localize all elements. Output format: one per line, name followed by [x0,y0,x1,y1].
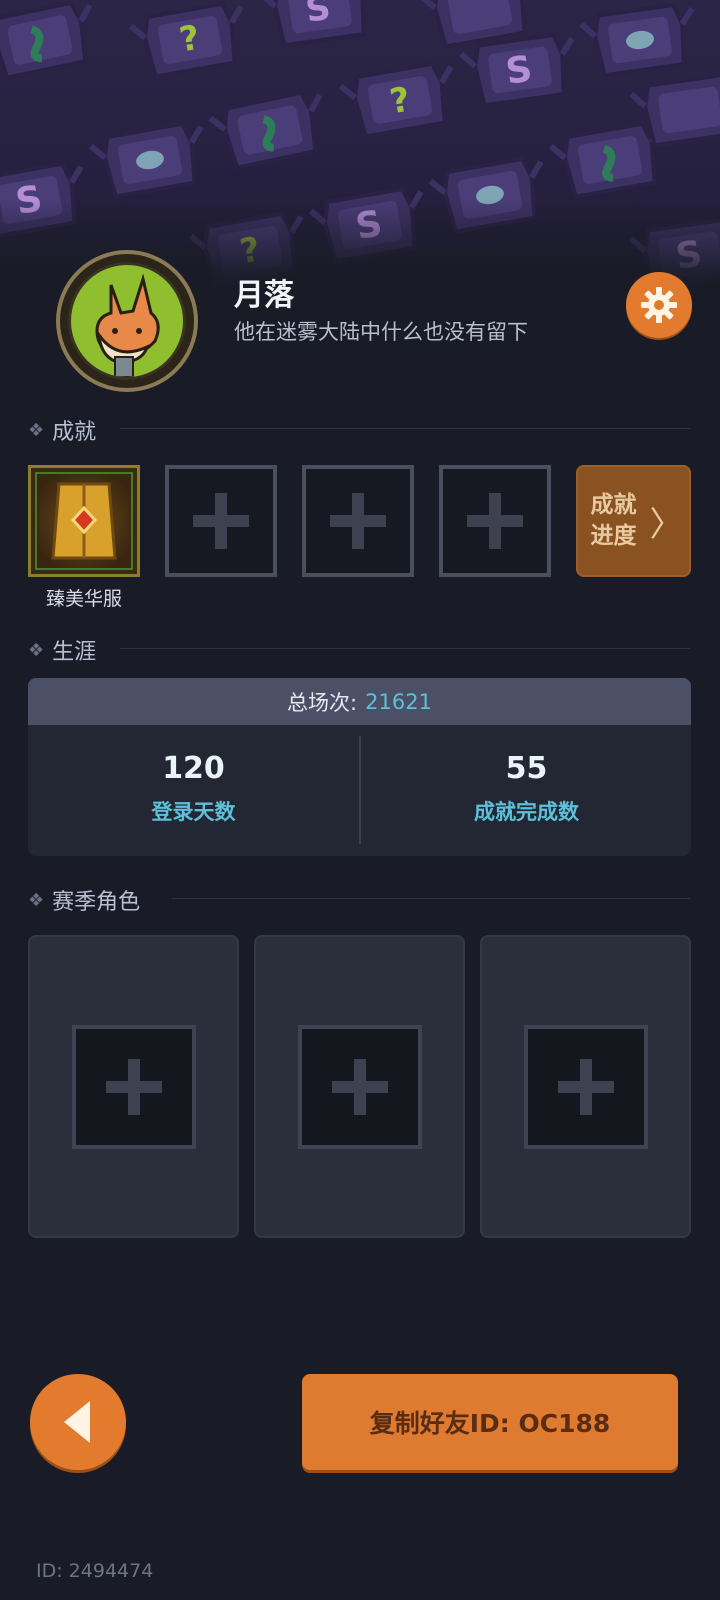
career-title: 生涯 [52,640,97,665]
settings-button[interactable] [626,272,692,338]
avatar[interactable] [56,250,198,392]
career-total-row: 总场次: 21621 [28,678,691,725]
plus-icon [557,1058,614,1115]
section-divider [120,428,690,429]
plus-icon [193,493,249,549]
stat-label: 成就完成数 [474,800,579,824]
diamond-bullet-icon: ❖ [28,889,45,911]
plus-icon [467,493,523,549]
stat-value: 120 [162,751,225,786]
career-section-title: ❖ 生涯 [28,634,96,666]
copy-friend-id-button[interactable]: 复制好友ID: OC188 [302,1374,678,1470]
player-id: ID: 2494474 [36,1560,154,1582]
diamond-bullet-icon: ❖ [28,419,45,441]
achievement-label: 臻美华服 [45,588,122,610]
achievement-progress-label-2: 进度 [590,523,637,549]
chevron-right-icon: 〉 [649,504,684,545]
avatar-fox-icon [68,262,186,380]
plus-icon [330,493,386,549]
career-stat-login-days: 120 登录天数 [28,725,359,856]
total-matches-value: 21621 [365,689,432,714]
season-character-slot-2[interactable] [254,935,465,1238]
diamond-bullet-icon: ❖ [28,639,45,661]
user-bio: 他在迷雾大陆中什么也没有留下 [234,320,528,344]
gear-icon [641,287,677,323]
section-divider [172,898,690,899]
achievement-slot-3[interactable] [302,465,414,577]
achievements-section-title: ❖ 成就 [28,414,96,446]
achievement-slot-1[interactable] [28,465,140,577]
svg-text:S: S [303,0,333,31]
back-button[interactable] [30,1374,126,1470]
season-character-slot-3[interactable] [480,935,691,1238]
plus-icon [105,1058,162,1115]
total-matches-label: 总场次: [287,690,358,715]
stat-value: 55 [505,751,548,786]
achievement-slot-2[interactable] [165,465,277,577]
section-divider [120,648,690,649]
season-title: 赛季角色 [52,890,141,915]
stat-label: 登录天数 [151,800,236,824]
career-panel: 总场次: 21621 120 登录天数 55 成就完成数 [28,678,691,856]
achievement-progress-label-1: 成就 [590,492,637,518]
username: 月落 [234,278,294,313]
robe-icon [51,482,117,560]
season-section-title: ❖ 赛季角色 [28,884,140,916]
achievement-slot-4[interactable] [439,465,551,577]
achievements-title: 成就 [52,420,97,445]
fox-icon [95,273,160,377]
golden-robe-badge-icon [35,472,133,570]
career-stat-achievements: 55 成就完成数 [361,725,691,856]
season-character-slot-1[interactable] [28,935,239,1238]
plus-icon [331,1058,388,1115]
triangle-left-icon [64,1401,90,1443]
achievement-progress-button[interactable]: 成就 进度 〉 [576,465,691,577]
